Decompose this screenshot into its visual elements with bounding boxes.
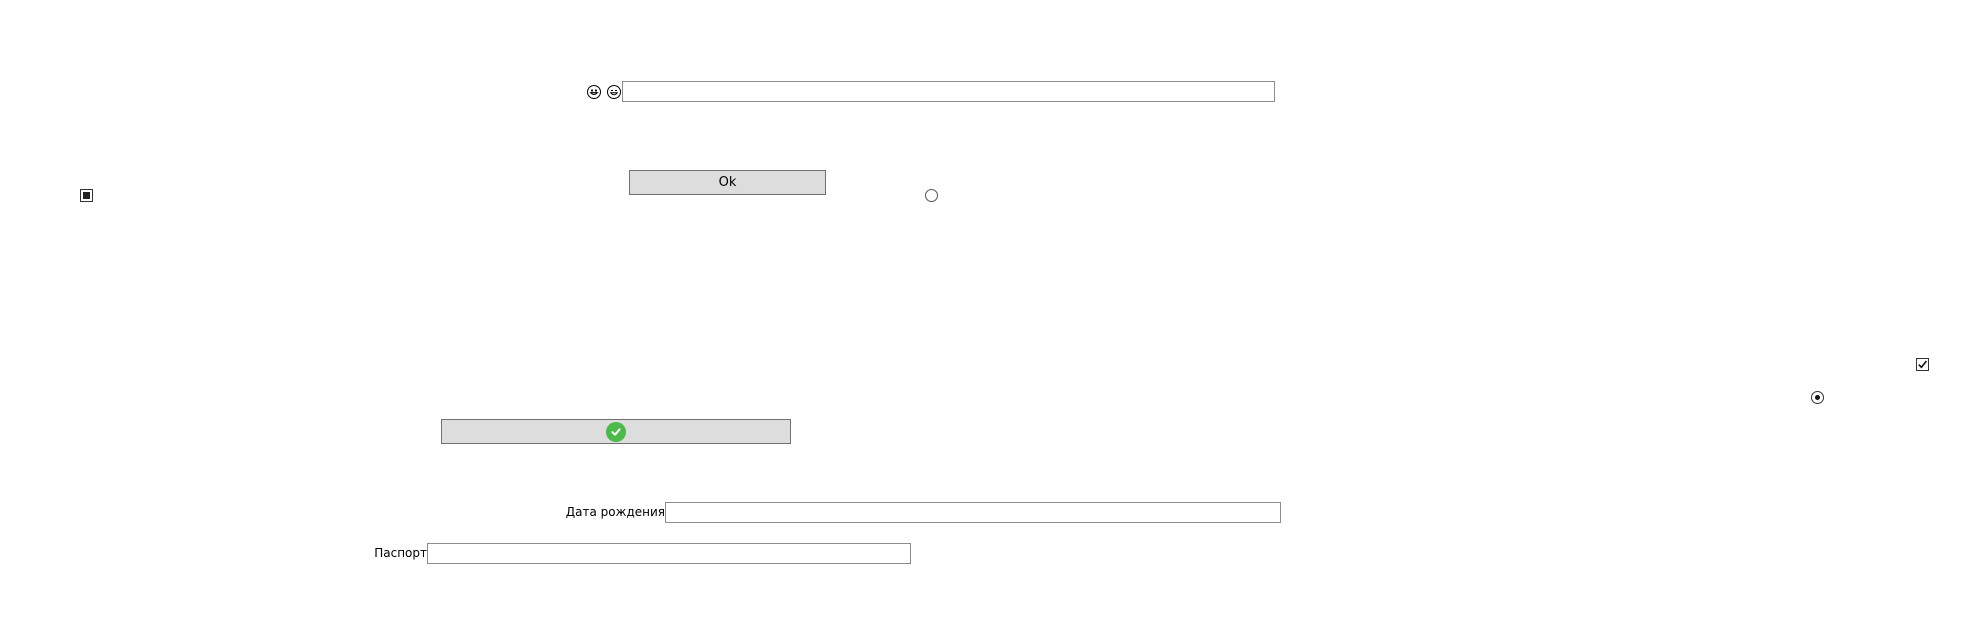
left-checkbox[interactable] [80,189,93,202]
birth-date-label: Дата рождения [565,505,665,519]
passport-label: Паспорт [374,546,427,560]
smiling-face-icon [607,85,621,99]
radio-selected-dot [1815,395,1820,400]
ok-button-label: Ok [718,175,737,190]
indeterminate-mark [83,192,90,199]
middle-radio-button[interactable] [925,189,938,202]
passport-input[interactable] [427,543,911,564]
ok-button[interactable]: Ok [629,170,826,195]
birth-date-input[interactable] [665,502,1281,523]
right-checkbox[interactable] [1916,358,1929,371]
right-radio-button[interactable] [1811,391,1824,404]
checkmark-circle-icon [606,421,626,442]
confirm-button[interactable] [441,419,791,444]
checkmark-icon [1918,360,1928,369]
grinning-face-icon [587,85,601,99]
top-text-input[interactable] [622,81,1275,102]
